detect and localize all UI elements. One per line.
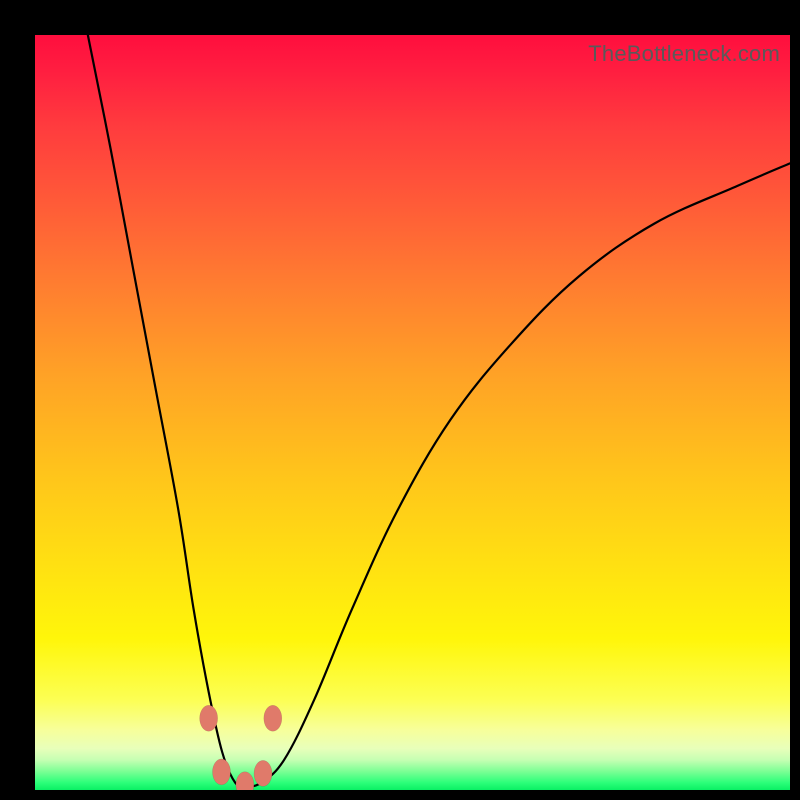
plot-area: TheBottleneck.com — [35, 35, 790, 790]
gradient-background — [35, 35, 790, 790]
chart-stage: TheBottleneck.com — [0, 0, 800, 800]
